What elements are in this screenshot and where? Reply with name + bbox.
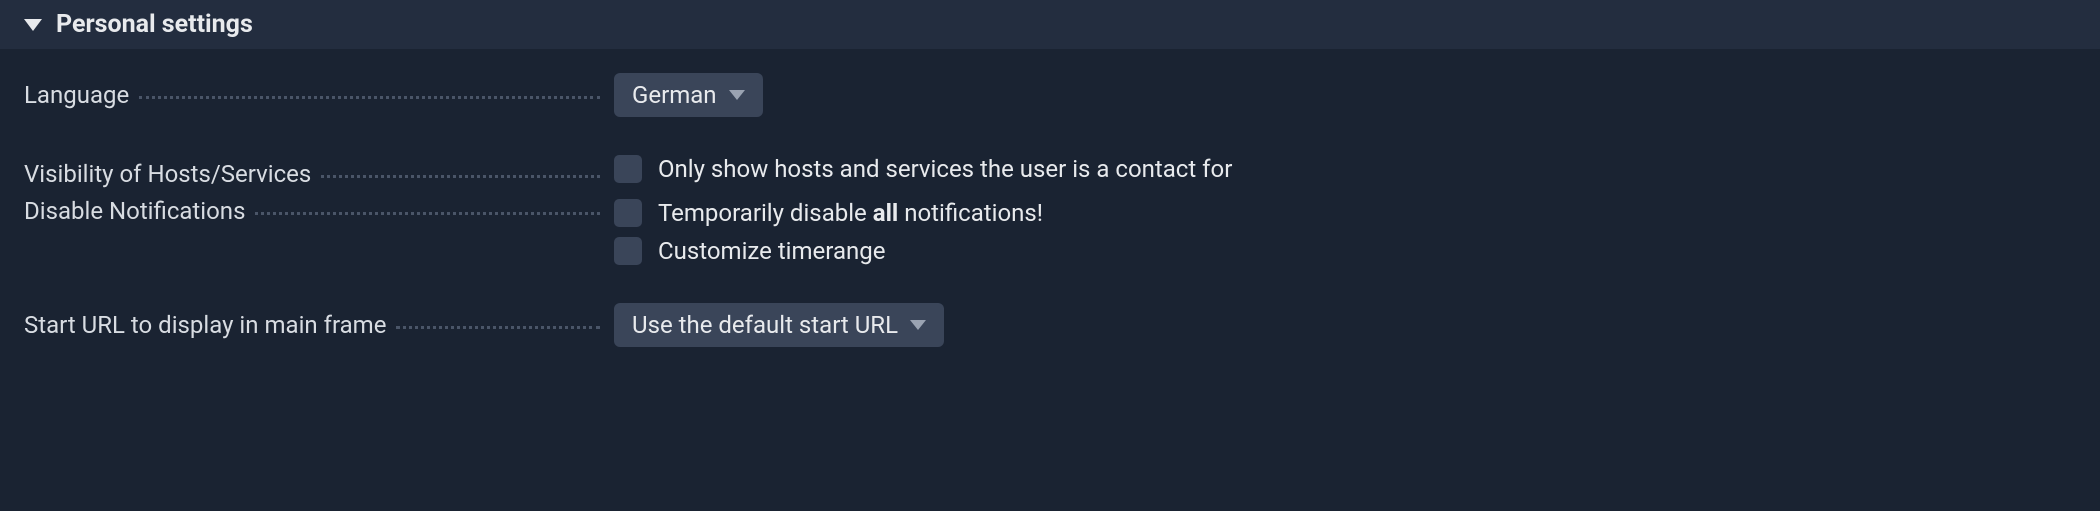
label-col: Language [24,81,614,109]
disable-notifications-checkbox[interactable] [614,199,642,227]
label-col: Disable Notifications [24,197,614,225]
notifications-checkbox-group: Temporarily disable all notifications! C… [614,199,1043,275]
collapse-icon [24,19,42,31]
disable-bold: all [873,199,899,227]
setting-row-language: Language German [24,73,2076,117]
language-select-value: German [632,81,717,109]
setting-row-visibility: Visibility of Hosts/Services Only show h… [24,155,2076,193]
customize-timerange-label: Customize timerange [658,237,885,265]
disable-notifications-label: Temporarily disable all notifications! [658,199,1043,227]
section-title: Personal settings [56,10,253,39]
setting-row-start-url: Start URL to display in main frame Use t… [24,303,2076,347]
language-label: Language [24,81,129,109]
customize-timerange-checkbox[interactable] [614,237,642,265]
value-col: Only show hosts and services the user is… [614,155,2076,193]
start-url-label: Start URL to display in main frame [24,311,386,339]
dots-leader [139,96,600,99]
visibility-checkbox-label: Only show hosts and services the user is… [658,155,1232,183]
disable-prefix: Temporarily disable [658,199,873,227]
value-col: Use the default start URL [614,303,2076,347]
disable-suffix: notifications! [898,199,1043,227]
dots-leader [255,212,600,215]
label-col: Start URL to display in main frame [24,311,614,339]
start-url-select-value: Use the default start URL [632,311,898,339]
language-select[interactable]: German [614,73,763,117]
section-header[interactable]: Personal settings [0,0,2100,49]
customize-timerange-row: Customize timerange [614,237,1043,265]
setting-row-notifications: Disable Notifications Temporarily disabl… [24,197,2076,275]
label-col: Visibility of Hosts/Services [24,160,614,188]
value-col: Temporarily disable all notifications! C… [614,197,2076,275]
visibility-checkbox-row: Only show hosts and services the user is… [614,155,1232,183]
visibility-label: Visibility of Hosts/Services [24,160,311,188]
disable-notifications-row: Temporarily disable all notifications! [614,199,1043,227]
visibility-checkbox[interactable] [614,155,642,183]
settings-panel: Language German Visibility of Hosts/Serv… [0,49,2100,385]
value-col: German [614,73,2076,117]
dots-leader [321,175,600,178]
chevron-down-icon [729,90,745,100]
chevron-down-icon [910,320,926,330]
dots-leader [396,326,600,329]
start-url-select[interactable]: Use the default start URL [614,303,944,347]
notifications-label: Disable Notifications [24,197,245,225]
